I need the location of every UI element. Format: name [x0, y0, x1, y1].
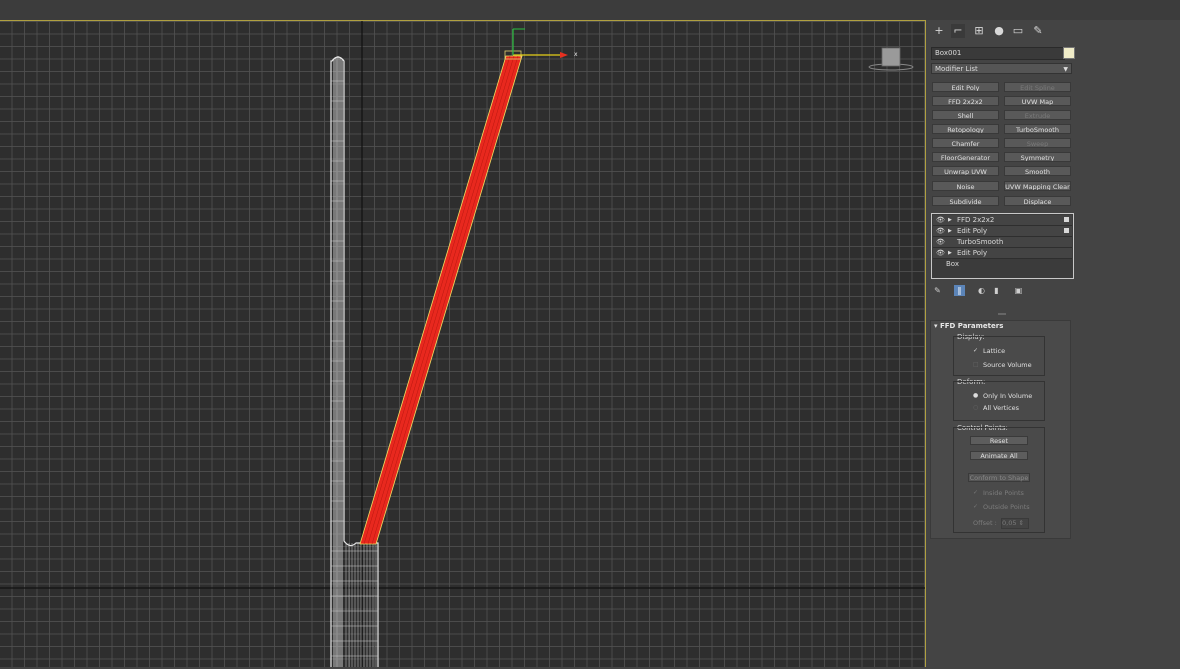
- gizmo-x-label: x: [574, 51, 578, 58]
- display-group: [953, 336, 1045, 376]
- display-tab-icon[interactable]: ▭: [1011, 24, 1025, 38]
- perspective-viewport[interactable]: x: [0, 20, 926, 667]
- stack-item-label: Edit Poly: [957, 249, 988, 257]
- inside-points-checkbox[interactable]: ✓: [973, 490, 978, 496]
- only-in-volume-label: Only In Volume: [983, 392, 1033, 400]
- ffd-parameters-rollout: ▾ FFD Parameters Display: ✓ Lattice □ So…: [930, 320, 1071, 539]
- animate-all-button[interactable]: Animate All: [970, 451, 1028, 460]
- inside-points-label: Inside Points: [983, 489, 1024, 497]
- modifier-button[interactable]: Displace: [1004, 196, 1071, 206]
- move-gizmo[interactable]: x: [512, 28, 578, 58]
- eye-icon[interactable]: 👁: [936, 226, 945, 236]
- modifier-button[interactable]: Edit Spline: [1004, 82, 1071, 92]
- modify-tab-icon[interactable]: ⌐: [951, 24, 965, 38]
- utilities-tab-icon[interactable]: ✎: [1031, 24, 1045, 38]
- motion-tab-icon[interactable]: ●: [992, 24, 1006, 38]
- rollout-title[interactable]: ▾ FFD Parameters: [934, 322, 1003, 330]
- deform-group: [953, 381, 1045, 421]
- chevron-down-icon: ▼: [1063, 66, 1068, 73]
- expand-triangle-icon[interactable]: ▶: [948, 215, 952, 225]
- modifier-button[interactable]: Unwrap UVW: [932, 166, 999, 176]
- modifier-button[interactable]: FFD 2x2x2: [932, 96, 999, 106]
- source-volume-label: Source Volume: [983, 361, 1032, 369]
- modifier-button[interactable]: Subdivide: [932, 196, 999, 206]
- eye-icon[interactable]: 👁: [936, 248, 945, 258]
- only-in-volume-radio[interactable]: ●: [973, 393, 978, 399]
- stack-item-box[interactable]: Box: [933, 259, 1072, 269]
- command-panel-tabs: + ⌐ ⊞ ● ▭ ✎: [926, 20, 1180, 42]
- selection-square-icon: [1064, 217, 1069, 222]
- remove-modifier-icon[interactable]: ▮: [991, 285, 1002, 296]
- wireframe-mesh[interactable]: [330, 56, 379, 667]
- selection-square-icon: [1064, 228, 1069, 233]
- modifier-stack: 👁 ▶ FFD 2x2x2 👁 ▶ Edit Poly 👁 TurboSmoot…: [931, 213, 1074, 279]
- stack-item-label: Edit Poly: [957, 227, 988, 235]
- outside-points-label: Outside Points: [983, 503, 1030, 511]
- offset-value: 0,05: [1002, 519, 1017, 527]
- configure-modifier-sets-icon[interactable]: ▣: [1013, 285, 1024, 296]
- modifier-button[interactable]: Retopology: [932, 124, 999, 134]
- modifier-list-label: Modifier List: [935, 65, 978, 73]
- lattice-label: Lattice: [983, 347, 1006, 355]
- modifier-button[interactable]: Chamfer: [932, 138, 999, 148]
- modifier-button[interactable]: FloorGenerator: [932, 152, 999, 162]
- stack-item-label: Box: [946, 260, 960, 268]
- modifier-button[interactable]: Symmetry: [1004, 152, 1071, 162]
- panel-divider[interactable]: [998, 313, 1006, 315]
- reset-button[interactable]: Reset: [970, 436, 1028, 445]
- command-panel: + ⌐ ⊞ ● ▭ ✎ Modifier List ▼ Edit Poly Ed…: [926, 20, 1180, 669]
- modifier-button[interactable]: UVW Map: [1004, 96, 1071, 106]
- stack-item-turbosmooth[interactable]: 👁 TurboSmooth: [933, 237, 1072, 248]
- modifier-button[interactable]: Noise: [932, 181, 999, 191]
- object-color-swatch[interactable]: [1063, 47, 1075, 59]
- viewport-scene: x: [0, 21, 925, 667]
- modifier-button[interactable]: Smooth: [1004, 166, 1071, 176]
- viewcube-icon[interactable]: [868, 47, 914, 71]
- eye-icon[interactable]: 👁: [936, 237, 945, 247]
- eye-icon[interactable]: 👁: [936, 215, 945, 225]
- all-vertices-radio[interactable]: ○: [973, 405, 978, 411]
- modifier-button[interactable]: Shell: [932, 110, 999, 120]
- rollout-title-text: FFD Parameters: [939, 322, 1004, 330]
- modifier-button[interactable]: Edit Poly: [932, 82, 999, 92]
- outside-points-checkbox[interactable]: ✓: [973, 504, 978, 510]
- hierarchy-tab-icon[interactable]: ⊞: [972, 24, 986, 38]
- modifier-button[interactable]: UVW Mapping Clear: [1004, 181, 1071, 191]
- modifier-button[interactable]: TurboSmooth: [1004, 124, 1071, 134]
- show-end-result-icon[interactable]: ‖: [954, 285, 965, 296]
- selected-mesh-strip[interactable]: [359, 55, 523, 545]
- source-volume-checkbox[interactable]: □: [973, 362, 979, 368]
- modifier-button[interactable]: Sweep: [1004, 138, 1071, 148]
- stack-item-edit-poly[interactable]: 👁 ▶ Edit Poly: [933, 248, 1072, 259]
- make-unique-icon[interactable]: ◐: [976, 285, 987, 296]
- stack-item-label: FFD 2x2x2: [957, 216, 995, 224]
- modifier-button[interactable]: Extrude: [1004, 110, 1071, 120]
- expand-triangle-icon[interactable]: ▶: [948, 248, 952, 258]
- stack-toolbar: ✎ ‖ ◐ ▮ ▣: [932, 285, 1072, 297]
- expand-triangle-icon[interactable]: ▶: [948, 226, 952, 236]
- stack-item-ffd[interactable]: 👁 ▶ FFD 2x2x2: [933, 215, 1072, 226]
- lattice-checkbox[interactable]: ✓: [973, 348, 978, 354]
- object-name-field[interactable]: [931, 47, 1065, 60]
- all-vertices-label: All Vertices: [983, 404, 1020, 412]
- create-tab-icon[interactable]: +: [932, 24, 946, 38]
- offset-spinner[interactable]: 0,05 ⇕: [1001, 518, 1029, 529]
- conform-to-shape-button[interactable]: Conform to Shape: [968, 473, 1030, 482]
- pin-stack-icon[interactable]: ✎: [932, 285, 943, 296]
- stack-item-edit-poly[interactable]: 👁 ▶ Edit Poly: [933, 226, 1072, 237]
- modifier-list-dropdown[interactable]: Modifier List ▼: [931, 63, 1072, 74]
- top-toolbar: [0, 0, 1180, 20]
- stack-item-label: TurboSmooth: [957, 238, 1004, 246]
- offset-label: Offset :: [973, 519, 997, 527]
